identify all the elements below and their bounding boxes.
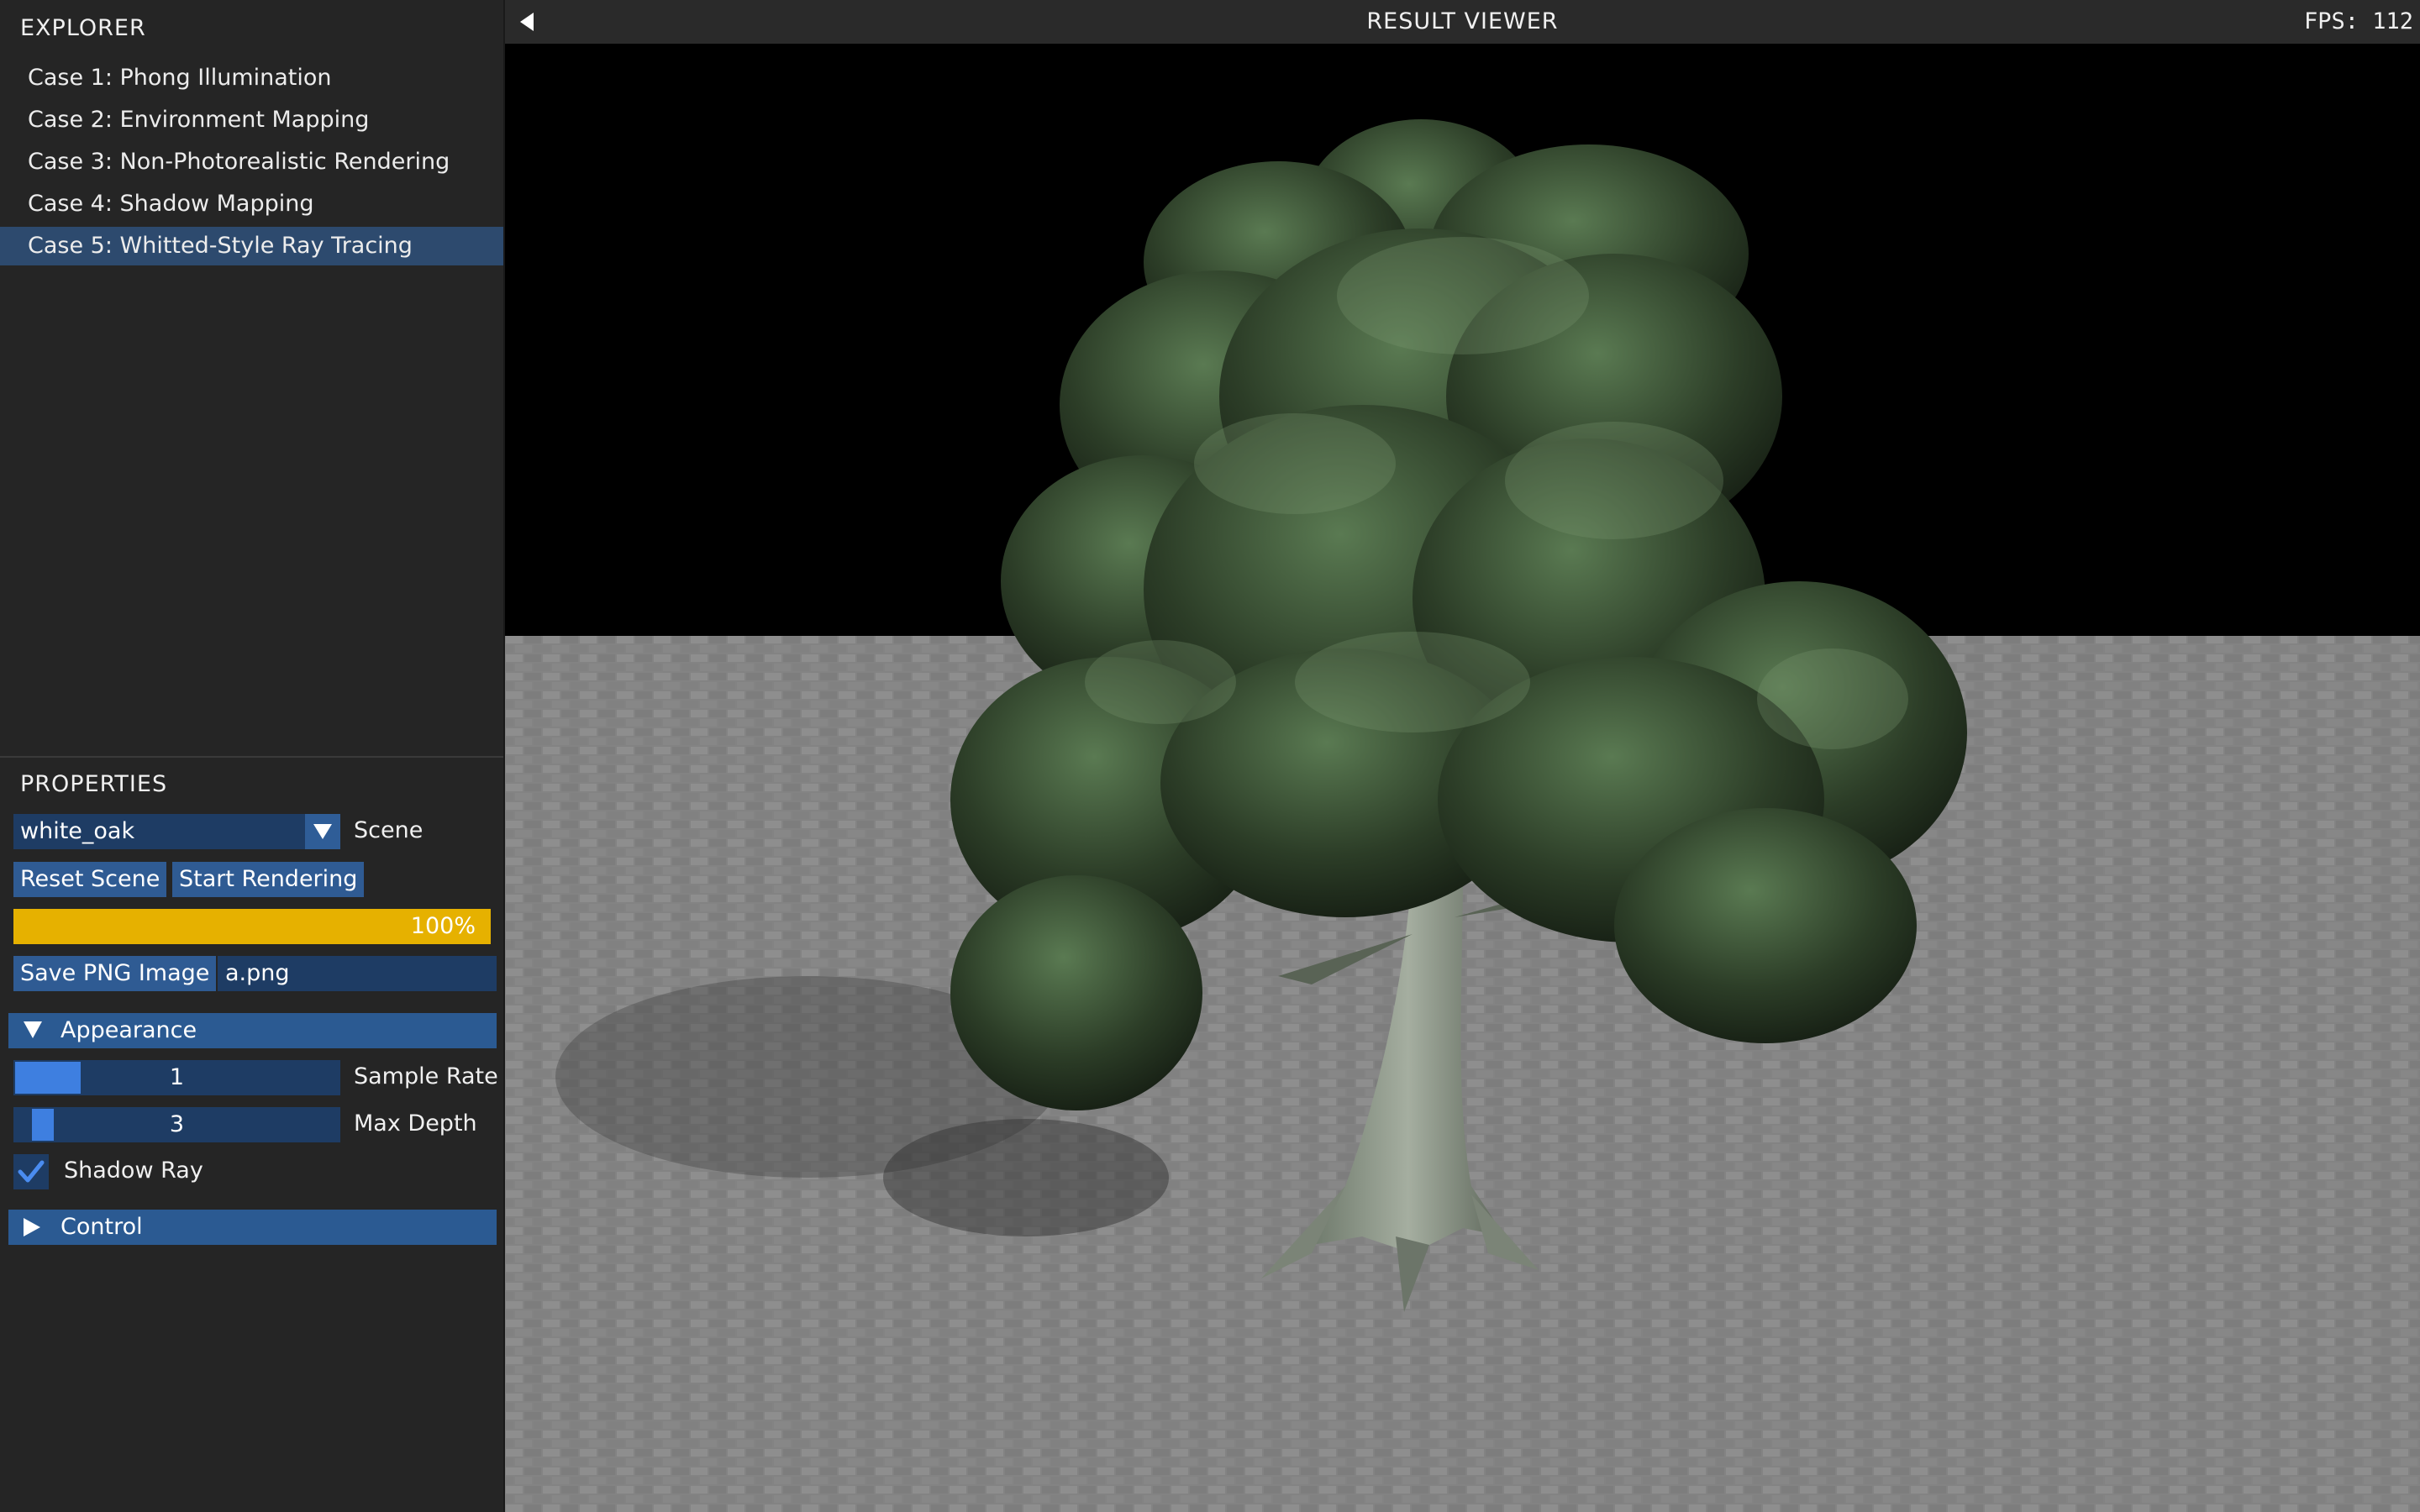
sample-rate-slider[interactable]: 1	[13, 1060, 340, 1095]
case-item-npr[interactable]: Case 3: Non-Photorealistic Rendering	[0, 143, 503, 181]
save-png-button[interactable]: Save PNG Image	[13, 956, 217, 991]
checkmark-icon	[18, 1160, 45, 1183]
scene-combo-value: white_oak	[20, 818, 135, 844]
left-panel: EXPLORER Case 1: Phong Illumination Case…	[0, 0, 505, 1512]
case-item-phong[interactable]: Case 1: Phong Illumination	[0, 59, 503, 97]
case-item-environment-mapping[interactable]: Case 2: Environment Mapping	[0, 101, 503, 139]
case-item-ray-tracing[interactable]: Case 5: Whitted-Style Ray Tracing	[0, 227, 503, 265]
shadow-ray-checkbox[interactable]	[13, 1154, 49, 1189]
appearance-label: Appearance	[60, 1017, 197, 1043]
control-label: Control	[60, 1214, 143, 1240]
start-rendering-button[interactable]: Start Rendering	[172, 862, 365, 897]
triangle-right-icon	[24, 1218, 40, 1236]
viewer-title: RESULT VIEWER	[1366, 8, 1559, 34]
max-depth-label: Max Depth	[354, 1110, 477, 1137]
explorer-title: EXPLORER	[20, 15, 146, 41]
render-progress-bar: 100%	[13, 909, 491, 944]
chevron-down-icon[interactable]	[305, 814, 340, 849]
properties-title: PROPERTIES	[20, 771, 168, 797]
filename-input[interactable]: a.png	[218, 956, 497, 991]
shadow-ray-label: Shadow Ray	[64, 1158, 203, 1184]
control-header[interactable]: Control	[8, 1210, 497, 1245]
result-viewer: RESULT VIEWER FPS: 112	[505, 0, 2420, 1512]
scene-combo[interactable]: white_oak	[13, 814, 340, 849]
tree-shadow-core	[883, 1119, 1169, 1236]
max-depth-slider[interactable]: 3	[13, 1107, 340, 1142]
viewer-titlebar: RESULT VIEWER FPS: 112	[505, 0, 2420, 44]
max-depth-value: 3	[169, 1111, 185, 1137]
panel-divider[interactable]	[0, 756, 503, 758]
render-canvas[interactable]	[505, 44, 2420, 1512]
triangle-down-icon	[24, 1021, 42, 1038]
reset-scene-button[interactable]: Reset Scene	[13, 862, 167, 897]
progress-text: 100%	[410, 913, 476, 939]
sample-rate-value: 1	[169, 1064, 185, 1090]
case-item-shadow-mapping[interactable]: Case 4: Shadow Mapping	[0, 185, 503, 223]
sample-rate-label: Sample Rate	[354, 1063, 498, 1089]
scene-label: Scene	[354, 817, 424, 843]
appearance-header[interactable]: Appearance	[8, 1013, 497, 1048]
fps-counter: FPS: 112	[2303, 8, 2413, 34]
